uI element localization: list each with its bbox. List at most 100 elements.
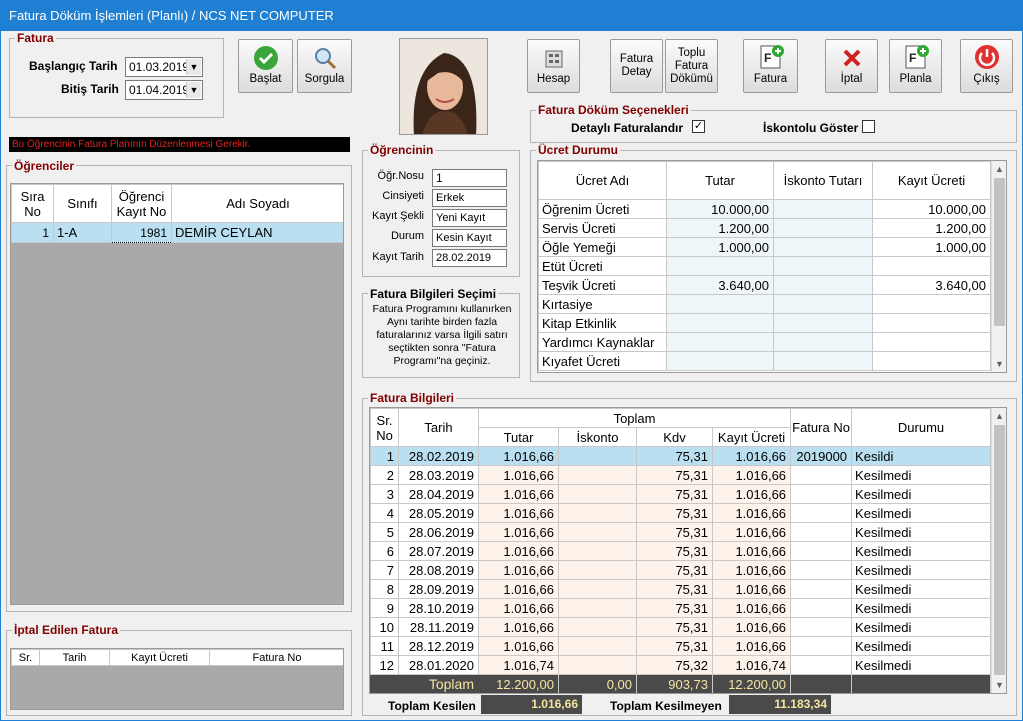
ucret-adi-cell: Etüt Ücreti bbox=[538, 256, 667, 276]
table-row[interactable]: 1 1-A 1981 DEMİR CEYLAN bbox=[11, 222, 343, 243]
iskonto-cell bbox=[558, 465, 637, 485]
table-row[interactable]: Etüt Ücreti bbox=[538, 256, 991, 276]
sorgula-button[interactable]: Sorgula bbox=[297, 39, 352, 93]
durum-cell: Kesilmedi bbox=[851, 541, 991, 561]
col-kayit-ucreti[interactable]: Kayıt Ücreti bbox=[872, 161, 991, 200]
ogr-no-field[interactable]: 1 bbox=[432, 169, 507, 187]
kdv-cell: 75,31 bbox=[636, 484, 713, 504]
chevron-down-icon[interactable]: ▼ bbox=[186, 82, 201, 98]
tarih-cell: 28.06.2019 bbox=[398, 522, 479, 542]
col-iskonto[interactable]: İskonto bbox=[558, 427, 637, 447]
iptal-label: İptal bbox=[840, 73, 863, 85]
hesap-button[interactable]: Hesap bbox=[527, 39, 580, 93]
col-tarih[interactable]: Tarih bbox=[398, 408, 479, 447]
ucret-scrollbar[interactable]: ▲ ▼ bbox=[991, 161, 1006, 372]
kdv-cell: 75,31 bbox=[636, 446, 713, 466]
scroll-thumb[interactable] bbox=[994, 178, 1005, 326]
table-row[interactable]: 4 28.05.2019 1.016,66 75,31 1.016,66 Kesilmed… bbox=[370, 503, 991, 523]
iskonto-cell bbox=[773, 199, 873, 219]
iptal-button[interactable]: İptal bbox=[825, 39, 878, 93]
table-row[interactable]: 10 28.11.2019 1.016,66 75,31 1.016,66 Kesilme… bbox=[370, 617, 991, 637]
col-sr[interactable]: Sr. bbox=[11, 649, 40, 666]
table-row[interactable]: 11 28.12.2019 1.016,66 75,31 1.016,66 Kesilme… bbox=[370, 636, 991, 656]
iskonto-cell bbox=[558, 598, 637, 618]
kayit-cell: 1.016,66 bbox=[711, 484, 792, 504]
scroll-down-icon[interactable]: ▼ bbox=[992, 356, 1006, 372]
table-row[interactable]: 1 28.02.2019 1.016,66 75,31 1.016,66 2019000 K… bbox=[370, 446, 991, 466]
total-label: Toplam bbox=[398, 674, 479, 693]
field-label: Durum bbox=[390, 230, 424, 242]
col-kayit[interactable]: Öğrenci Kayıt No bbox=[111, 184, 172, 223]
scroll-thumb[interactable] bbox=[994, 425, 1005, 675]
tarih-cell: 28.01.2020 bbox=[398, 655, 479, 675]
start-date-label: Başlangıç Tarih bbox=[29, 59, 118, 73]
col-fatura-no[interactable]: Fatura No bbox=[209, 649, 343, 666]
tutar-cell: 1.016,66 bbox=[478, 560, 559, 580]
table-row[interactable]: 8 28.09.2019 1.016,66 75,31 1.016,66 Kesilmed… bbox=[370, 579, 991, 599]
kayit-sekli-field[interactable]: Yeni Kayıt bbox=[432, 209, 507, 227]
col-iskonto-tutari[interactable]: İskonto Tutarı bbox=[773, 161, 873, 200]
scroll-up-icon[interactable]: ▲ bbox=[992, 408, 1006, 424]
scroll-down-icon[interactable]: ▼ bbox=[992, 677, 1006, 693]
planla-button[interactable]: F Planla bbox=[889, 39, 942, 93]
table-row[interactable]: Kıyafet Ücreti bbox=[538, 351, 991, 371]
scroll-up-icon[interactable]: ▲ bbox=[992, 161, 1006, 177]
table-row[interactable]: 2 28.03.2019 1.016,66 75,31 1.016,66 Kesilmed… bbox=[370, 465, 991, 485]
ucret-adi-cell: Kırtasiye bbox=[538, 294, 667, 314]
durum-field[interactable]: Kesin Kayıt bbox=[432, 229, 507, 247]
iskonto-cell bbox=[558, 522, 637, 542]
baslat-button[interactable]: Başlat bbox=[238, 39, 293, 93]
toplu-fatura-dokumu-button[interactable]: Toplu Fatura Dökümü bbox=[665, 39, 718, 93]
col-tarih[interactable]: Tarih bbox=[39, 649, 110, 666]
table-row[interactable]: 5 28.06.2019 1.016,66 75,31 1.016,66 Kesilmed… bbox=[370, 522, 991, 542]
start-date-picker[interactable]: 01.03.2019 ▼ bbox=[125, 57, 203, 77]
kayit-tarih-field[interactable]: 28.02.2019 bbox=[432, 249, 507, 267]
col-tutar[interactable]: Tutar bbox=[478, 427, 559, 447]
start-date-value: 01.03.2019 bbox=[129, 60, 190, 74]
col-ucret-adi[interactable]: Ücret Adı bbox=[538, 161, 667, 200]
fatura-detay-button[interactable]: Fatura Detay bbox=[610, 39, 663, 93]
col-ad[interactable]: Adı Soyadı bbox=[171, 184, 343, 223]
iskonto-cell bbox=[558, 541, 637, 561]
detayli-checkbox[interactable]: ✓ bbox=[692, 120, 705, 133]
cikis-button[interactable]: Çıkış bbox=[960, 39, 1013, 93]
iskontolu-checkbox[interactable] bbox=[862, 120, 875, 133]
table-row[interactable]: Öğle Yemeği 1.000,00 1.000,00 bbox=[538, 237, 991, 257]
tutar-cell bbox=[666, 294, 774, 314]
col-fatura-no[interactable]: Fatura No bbox=[790, 408, 853, 447]
table-row[interactable]: Kırtasiye bbox=[538, 294, 991, 314]
table-row[interactable]: Kitap Etkinlik bbox=[538, 313, 991, 333]
col-kayit-ucreti[interactable]: Kayıt Ücreti bbox=[711, 427, 792, 447]
col-kayit-ucreti[interactable]: Kayıt Ücreti bbox=[109, 649, 210, 666]
tutar-cell bbox=[666, 332, 774, 352]
col-sr-no[interactable]: Sr. No bbox=[370, 408, 399, 447]
col-durum[interactable]: Durumu bbox=[851, 408, 991, 447]
table-row[interactable]: 12 28.01.2020 1.016,74 75,32 1.016,74 Kesilme… bbox=[370, 655, 991, 675]
kayit-cell: 1.016,74 bbox=[711, 655, 792, 675]
table-row[interactable]: 9 28.10.2019 1.016,66 75,31 1.016,66 Kesilmed… bbox=[370, 598, 991, 618]
sr-cell: 9 bbox=[370, 598, 399, 618]
table-row[interactable]: Servis Ücreti 1.200,00 1.200,00 bbox=[538, 218, 991, 238]
table-row[interactable]: 3 28.04.2019 1.016,66 75,31 1.016,66 Kesilmed… bbox=[370, 484, 991, 504]
cinsiyet-field[interactable]: Erkek bbox=[432, 189, 507, 207]
col-tutar[interactable]: Tutar bbox=[666, 161, 774, 200]
sr-cell: 3 bbox=[370, 484, 399, 504]
col-sira[interactable]: Sıra No bbox=[11, 184, 54, 223]
fatura-detay-label-2: Detay bbox=[621, 66, 652, 78]
col-sinif[interactable]: Sınıfı bbox=[53, 184, 112, 223]
chevron-down-icon[interactable]: ▼ bbox=[186, 59, 201, 75]
sr-cell: 1 bbox=[370, 446, 399, 466]
table-row[interactable]: 6 28.07.2019 1.016,66 75,31 1.016,66 Kesilmed… bbox=[370, 541, 991, 561]
table-row[interactable]: Öğrenim Ücreti 10.000,00 10.000,00 bbox=[538, 199, 991, 219]
end-date-picker[interactable]: 01.04.2019 ▼ bbox=[125, 80, 203, 100]
table-row[interactable]: 7 28.08.2019 1.016,66 75,31 1.016,66 Kesilmed… bbox=[370, 560, 991, 580]
iskonto-cell bbox=[773, 313, 873, 333]
ucret-adi-cell: Öğrenim Ücreti bbox=[538, 199, 667, 219]
table-row[interactable]: Yardımcı Kaynaklar bbox=[538, 332, 991, 352]
table-row[interactable]: Teşvik Ücreti 3.640,00 3.640,00 bbox=[538, 275, 991, 295]
ucret-adi-cell: Kıyafet Ücreti bbox=[538, 351, 667, 371]
end-date-value: 01.04.2019 bbox=[129, 83, 190, 97]
fatura-button[interactable]: F Fatura bbox=[743, 39, 798, 93]
fatura-scrollbar[interactable]: ▲ ▼ bbox=[991, 408, 1006, 693]
col-kdv[interactable]: Kdv bbox=[636, 427, 713, 447]
